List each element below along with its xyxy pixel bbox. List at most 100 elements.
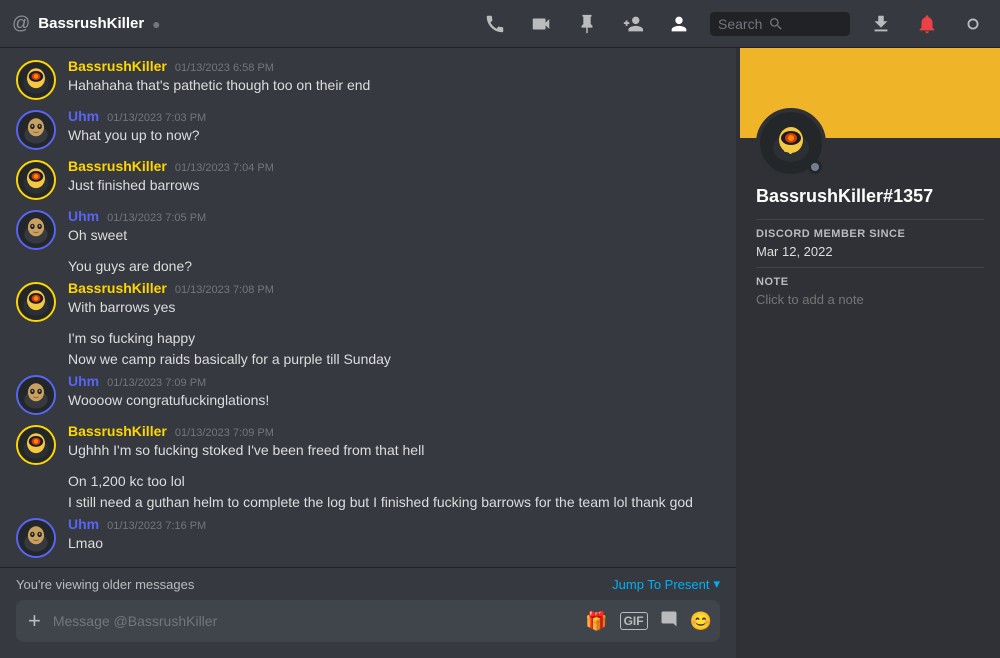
main-layout: BassrushKiller 01/13/2023 6:58 PM Hahaha… — [0, 48, 1000, 658]
message-header: Uhm 01/13/2023 7:03 PM — [68, 108, 720, 124]
sticker-icon[interactable] — [660, 610, 678, 633]
message-content: Uhm 01/13/2023 7:03 PM What you up to no… — [68, 108, 720, 146]
video-button[interactable] — [526, 9, 556, 39]
profile-username: BassrushKiller#1357 — [756, 186, 984, 207]
add-attachment-button[interactable]: + — [24, 600, 45, 642]
username: Uhm — [68, 208, 99, 224]
message-content: BassrushKiller 01/13/2023 7:09 PM Ughhh … — [68, 423, 720, 461]
message-group: BassrushKiller 01/13/2023 7:04 PM Just f… — [0, 156, 736, 202]
message-header: Uhm 01/13/2023 7:09 PM — [68, 373, 720, 389]
profile-button[interactable] — [664, 9, 694, 39]
avatar-image — [766, 118, 816, 168]
channel-name: BassrushKiller — [38, 15, 144, 32]
message-header: BassrushKiller 01/13/2023 6:58 PM — [68, 58, 720, 74]
search-icon — [768, 16, 784, 32]
top-bar: @ BassrushKiller ● Search — [0, 0, 1000, 48]
timestamp: 01/13/2023 7:05 PM — [107, 212, 206, 224]
message-text: Hahahaha that's pathetic though too on t… — [68, 76, 720, 96]
avatar — [16, 518, 56, 558]
message-content: BassrushKiller 01/13/2023 6:58 PM Hahaha… — [68, 58, 720, 96]
timestamp: 01/13/2023 7:09 PM — [175, 427, 274, 439]
message-content: BassrushKiller 01/13/2023 7:08 PM With b… — [68, 280, 720, 318]
message-header: Uhm 01/13/2023 7:16 PM — [68, 516, 720, 532]
message-header: BassrushKiller 01/13/2023 7:09 PM — [68, 423, 720, 439]
timestamp: 01/13/2023 6:58 PM — [175, 62, 274, 74]
message-content: Uhm 01/13/2023 7:16 PM Lmao — [68, 516, 720, 554]
dm-icon: @ — [12, 13, 30, 34]
message-continuation: You guys are done? — [0, 256, 736, 278]
message-group: Uhm 01/13/2023 7:16 PM Lmao — [0, 514, 736, 560]
avatar — [16, 425, 56, 465]
profile-divider — [756, 219, 984, 220]
profile-avatar-wrapper — [740, 108, 1000, 178]
message-content: Uhm 01/13/2023 7:05 PM Oh sweet — [68, 208, 720, 246]
message-group: BassrushKiller 01/13/2023 6:58 PM Hahaha… — [0, 56, 736, 102]
profile-panel: BassrushKiller#1357 DISCORD MEMBER SINCE… — [740, 48, 1000, 658]
message-group: Uhm 01/13/2023 7:05 PM Oh sweet — [0, 206, 736, 252]
timestamp: 01/13/2023 7:09 PM — [107, 377, 206, 389]
message-content: BassrushKiller 01/13/2023 7:04 PM Just f… — [68, 158, 720, 196]
message-text: Ughhh I'm so fucking stoked I've been fr… — [68, 441, 720, 461]
message-group: Uhm 01/13/2023 7:09 PM Woooow congratufu… — [0, 371, 736, 417]
message-text: Lmao — [68, 534, 720, 554]
input-box: + 🎁 GIF 😊 — [16, 600, 720, 642]
profile-divider-2 — [756, 267, 984, 268]
message-text: Oh sweet — [68, 226, 720, 246]
avatar — [16, 160, 56, 200]
message-continuation: I'm so fucking happy — [0, 328, 736, 350]
username: Uhm — [68, 108, 99, 124]
message-continuation: On 1,200 kc too lol — [0, 471, 736, 493]
avatar — [16, 60, 56, 100]
username: BassrushKiller — [68, 280, 167, 296]
message-continuation: Now we camp raids basically for a purple… — [0, 349, 736, 371]
message-content: Uhm 01/13/2023 7:09 PM Woooow congratufu… — [68, 373, 720, 411]
search-bar[interactable]: Search — [710, 12, 850, 36]
member-since-value: Mar 12, 2022 — [756, 244, 984, 259]
username: BassrushKiller — [68, 158, 167, 174]
top-bar-right: Search — [480, 9, 988, 39]
emoji-icon[interactable]: 😊 — [690, 611, 712, 632]
top-bar-left: @ BassrushKiller ● — [12, 13, 472, 34]
timestamp: 01/13/2023 7:16 PM — [107, 520, 206, 532]
pins-button[interactable] — [572, 9, 602, 39]
note-input[interactable] — [756, 292, 984, 322]
message-header: BassrushKiller 01/13/2023 7:04 PM — [68, 158, 720, 174]
verified-icon: ● — [152, 16, 160, 32]
avatar — [16, 110, 56, 150]
settings-button[interactable] — [958, 9, 988, 39]
download-button[interactable] — [866, 9, 896, 39]
avatar — [16, 282, 56, 322]
timestamp: 01/13/2023 7:04 PM — [175, 162, 274, 174]
inbox-button[interactable] — [912, 9, 942, 39]
message-header: Uhm 01/13/2023 7:05 PM — [68, 208, 720, 224]
username: Uhm — [68, 373, 99, 389]
chat-area: BassrushKiller 01/13/2023 6:58 PM Hahaha… — [0, 48, 736, 658]
add-friend-button[interactable] — [618, 9, 648, 39]
username: BassrushKiller — [68, 58, 167, 74]
note-label: NOTE — [756, 276, 984, 288]
message-text: What you up to now? — [68, 126, 720, 146]
message-group: BassrushKiller 01/13/2023 7:09 PM Ughhh … — [0, 421, 736, 467]
messages-container[interactable]: BassrushKiller 01/13/2023 6:58 PM Hahaha… — [0, 48, 736, 567]
message-text: With barrows yes — [68, 298, 720, 318]
jump-bar: You're viewing older messages Jump To Pr… — [0, 567, 736, 600]
viewing-older-text: You're viewing older messages — [16, 577, 194, 592]
member-since-label: DISCORD MEMBER SINCE — [756, 228, 984, 240]
username: Uhm — [68, 516, 99, 532]
status-dot — [808, 160, 822, 174]
message-header: BassrushKiller 01/13/2023 7:08 PM — [68, 280, 720, 296]
message-text: Woooow congratufuckinglations! — [68, 391, 720, 411]
message-group: Uhm 01/13/2023 7:03 PM What you up to no… — [0, 106, 736, 152]
call-button[interactable] — [480, 9, 510, 39]
timestamp: 01/13/2023 7:03 PM — [107, 112, 206, 124]
gif-icon[interactable]: GIF — [620, 612, 648, 630]
username: BassrushKiller — [68, 423, 167, 439]
input-icons: 🎁 GIF 😊 — [585, 610, 712, 633]
profile-info: BassrushKiller#1357 DISCORD MEMBER SINCE… — [740, 186, 1000, 343]
gift-icon[interactable]: 🎁 — [585, 611, 607, 632]
search-placeholder: Search — [718, 16, 762, 32]
message-continuation: I still need a guthan helm to complete t… — [0, 492, 736, 514]
jump-present-button[interactable]: Jump To Present ▾ — [612, 576, 720, 592]
input-area: + 🎁 GIF 😊 — [0, 600, 736, 658]
message-input[interactable] — [53, 603, 577, 639]
